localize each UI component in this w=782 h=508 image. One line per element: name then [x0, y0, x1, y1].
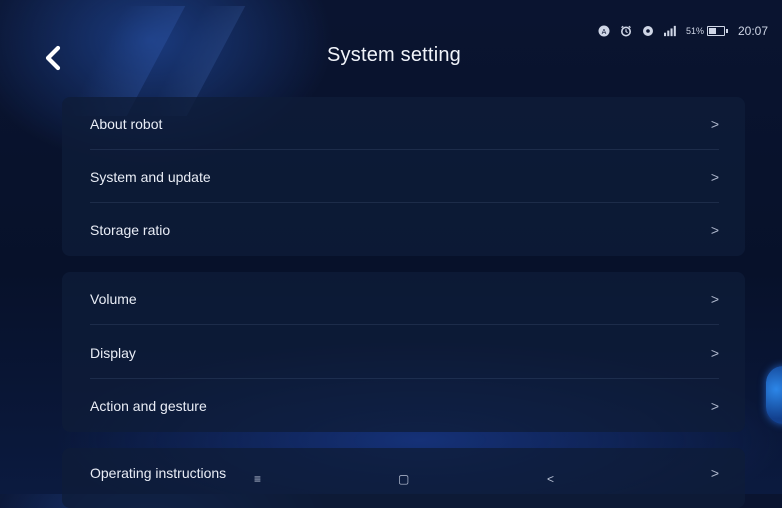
svg-text:A: A	[602, 29, 607, 36]
battery-fill	[708, 28, 716, 34]
settings-item-storage-ratio[interactable]: Storage ratio >	[90, 203, 719, 256]
chevron-right-icon: >	[710, 115, 719, 132]
location-icon	[642, 25, 654, 37]
settings-item-label: Display	[90, 344, 136, 361]
battery-tip	[725, 29, 728, 33]
settings-item-about-robot[interactable]: About robot >	[90, 97, 719, 150]
signal-icon	[663, 25, 676, 37]
chevron-right-icon: >	[710, 397, 719, 414]
alarm-icon	[620, 25, 632, 37]
page-title: System setting	[327, 44, 461, 66]
settings-item-label: System and update	[90, 168, 211, 185]
nav-menu-button[interactable]: ≡	[254, 472, 261, 486]
settings-group-about: About robot > System and update > Storag…	[62, 97, 745, 256]
settings-item-action-gesture[interactable]: Action and gesture >	[90, 379, 719, 432]
settings-item-label: Volume	[90, 290, 137, 307]
status-time: 20:07	[737, 24, 768, 38]
settings-item-display[interactable]: Display >	[90, 326, 719, 379]
settings-item-label: Action and gesture	[90, 397, 207, 414]
battery-percent: 51%	[685, 26, 704, 36]
chevron-right-icon: >	[710, 344, 719, 361]
battery-indicator: 51%	[686, 26, 728, 36]
system-nav-bar: ≡ ▢ <	[6, 472, 782, 496]
nav-home-button[interactable]: ▢	[398, 472, 409, 486]
settings-item-label: Storage ratio	[90, 221, 171, 238]
nav-back-button[interactable]: <	[547, 472, 554, 486]
chevron-right-icon: >	[710, 168, 719, 185]
settings-item-volume[interactable]: Volume >	[90, 272, 719, 325]
floating-assistant-button[interactable]	[766, 366, 782, 424]
settings-group-media: Volume > Display > Action and gesture >	[62, 272, 745, 432]
a-badge-icon: A	[598, 25, 610, 37]
status-bar: A 51% 20:07	[598, 24, 768, 38]
battery-icon	[706, 26, 725, 36]
settings-item-system-update[interactable]: System and update >	[90, 150, 719, 203]
chevron-right-icon: >	[710, 221, 719, 238]
chevron-right-icon: >	[710, 290, 719, 307]
settings-item-label: About robot	[90, 115, 163, 132]
screen: A 51% 20:07 System setting About robot >	[6, 6, 782, 508]
